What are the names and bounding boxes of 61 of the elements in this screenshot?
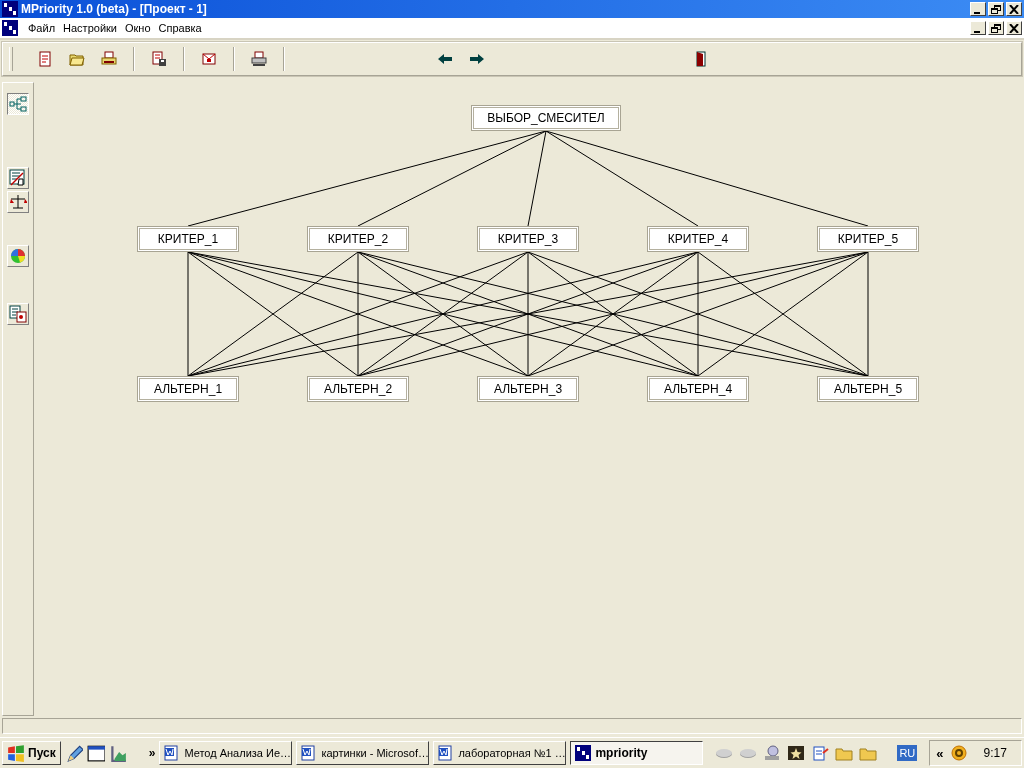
minimize-icon	[973, 11, 980, 14]
back-arrow-icon	[437, 51, 453, 67]
close-icon	[1009, 23, 1019, 33]
clock: 9:17	[983, 746, 1007, 760]
language-indicator[interactable]: RU	[897, 745, 918, 761]
tool-button[interactable]	[7, 93, 29, 115]
alternative-node[interactable]: АЛЬТЕРН_5	[819, 378, 917, 400]
folder-icon	[69, 51, 85, 67]
criterion-node[interactable]: КРИТЕР_4	[649, 228, 747, 250]
pencil-icon[interactable]	[64, 744, 83, 762]
close-button[interactable]	[1006, 21, 1022, 35]
taskbar-button[interactable]: картинки - Microsof…	[296, 741, 430, 765]
expand-tray-button[interactable]: «	[936, 745, 944, 761]
document-icon	[164, 745, 181, 761]
menu-item[interactable]: Справка	[154, 22, 206, 34]
criterion-node[interactable]: КРИТЕР_2	[309, 228, 407, 250]
taskbar-button[interactable]: Метод Анализа Ие…	[159, 741, 293, 765]
menu-item[interactable]: Окно	[121, 22, 155, 34]
window-icon[interactable]	[86, 744, 105, 762]
criterion-node[interactable]: КРИТЕР_3	[479, 228, 577, 250]
document-arrow-icon[interactable]	[811, 745, 830, 761]
criterion-node[interactable]: КРИТЕР_1	[139, 228, 237, 250]
close-button[interactable]	[1006, 2, 1022, 16]
door-icon	[693, 51, 709, 67]
app-icon	[575, 745, 592, 761]
restore-button[interactable]	[988, 2, 1004, 16]
printer-icon	[251, 51, 267, 67]
table-hand-icon	[9, 169, 27, 187]
restore-icon	[991, 23, 1001, 33]
alternative-node[interactable]: АЛЬТЕРН_4	[649, 378, 747, 400]
scales-icon	[9, 193, 27, 211]
start-button[interactable]: Пуск	[2, 741, 61, 765]
alternative-node[interactable]: АЛЬТЕРН_3	[479, 378, 577, 400]
close-icon	[1009, 4, 1019, 14]
menu-item[interactable]: Настройки	[59, 22, 121, 34]
restore-button[interactable]	[988, 21, 1004, 35]
printer-icon	[101, 51, 117, 67]
hierarchy-icon	[9, 95, 27, 113]
report-icon	[9, 305, 27, 323]
windows-logo-icon	[7, 744, 25, 762]
taskbar-button[interactable]: mpriority	[570, 741, 704, 765]
goal-node[interactable]: ВЫБОР_СМЕСИТЕЛ	[473, 107, 619, 129]
restore-icon	[991, 4, 1001, 14]
alternative-node[interactable]: АЛЬТЕРН_1	[139, 378, 237, 400]
forward-arrow-icon	[469, 51, 485, 67]
minimize-button[interactable]	[970, 21, 986, 35]
taskbar-button[interactable]: лабораторная №1 …	[433, 741, 567, 765]
window-title: MPriority 1.0 (beta) - [Проект - 1]	[21, 2, 208, 16]
minimize-icon	[973, 30, 980, 33]
pie-chart-icon	[9, 247, 27, 265]
criterion-node[interactable]: КРИТЕР_5	[819, 228, 917, 250]
menu-item[interactable]: Файл	[24, 22, 60, 34]
document-icon	[37, 51, 53, 67]
document-icon	[301, 745, 318, 761]
minimize-button[interactable]	[970, 2, 986, 16]
chart-icon[interactable]	[108, 744, 127, 762]
save-icon	[151, 51, 167, 67]
envelope-icon	[201, 51, 217, 67]
document-icon	[438, 745, 455, 761]
alternative-node[interactable]: АЛЬТЕРН_2	[309, 378, 407, 400]
overflow-button[interactable]: »	[148, 746, 156, 760]
